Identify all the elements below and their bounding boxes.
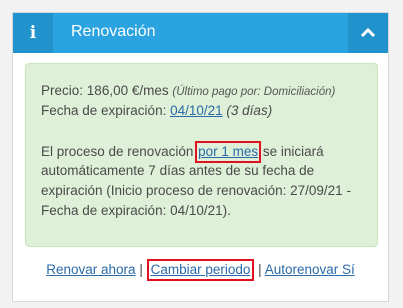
- chevron-up-icon: [360, 28, 376, 38]
- change-period-link[interactable]: Cambiar periodo: [146, 259, 255, 281]
- renewal-panel: i Renovación Precio: 186,00 €/mes (Últim…: [12, 12, 389, 302]
- collapse-toggle-button[interactable]: [348, 13, 388, 53]
- info-glyph: i: [29, 23, 37, 43]
- panel-header: i Renovación: [13, 13, 388, 53]
- renewal-text-line3: expiración (Inicio proceso de renovación…: [41, 183, 351, 198]
- last-payment-note: (Último pago por: Domiciliación): [172, 86, 336, 98]
- renewal-text-line1: El proceso de renovación por 1 mes se in…: [41, 141, 324, 163]
- price-label: Precio:: [41, 83, 84, 98]
- price-row: Precio: 186,00 €/mes (Último pago por: D…: [41, 81, 335, 102]
- renewal-info-card: Precio: 186,00 €/mes (Último pago por: D…: [25, 63, 378, 247]
- renewal-text-line4: Fecha de expiración: 04/10/21).: [41, 203, 231, 218]
- renewal-text-after: se iniciará: [262, 144, 324, 159]
- expiry-days: (3 días): [226, 103, 273, 118]
- renewal-period-link[interactable]: por 1 mes: [195, 141, 262, 163]
- auto-renew-link[interactable]: Autorenovar Sí: [265, 262, 355, 277]
- price-value: 186,00 €/mes: [86, 83, 169, 98]
- info-icon: i: [13, 13, 53, 53]
- separator: |: [139, 262, 143, 277]
- expiry-label: Fecha de expiración:: [41, 103, 167, 118]
- renew-now-link[interactable]: Renovar ahora: [46, 262, 135, 277]
- panel-title: Renovación: [71, 23, 156, 40]
- expiry-row: Fecha de expiración: 04/10/21 (3 días): [41, 101, 272, 121]
- actions-bar: Renovar ahora | Cambiar periodo | Autore…: [13, 259, 388, 281]
- renewal-text-before: El proceso de renovación: [41, 144, 194, 159]
- separator: |: [258, 262, 262, 277]
- expiry-date-link[interactable]: 04/10/21: [170, 103, 223, 118]
- renewal-text-line2: automáticamente 7 días antes de su fecha…: [41, 163, 315, 178]
